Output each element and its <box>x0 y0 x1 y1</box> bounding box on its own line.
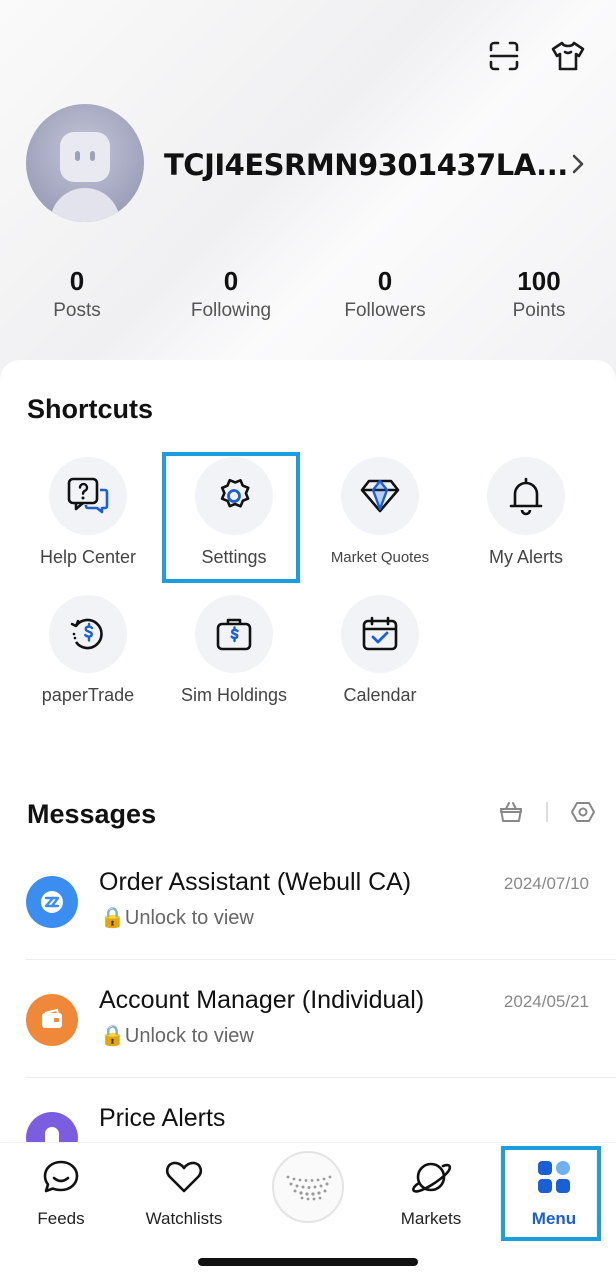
tab-watchlists[interactable]: Watchlists <box>129 1157 239 1229</box>
tab-feeds[interactable]: Feeds <box>6 1157 116 1229</box>
shortcut-label: My Alerts <box>488 547 563 567</box>
hexagon-settings-icon[interactable] <box>570 800 596 824</box>
message-date: 2024/07/10 <box>503 874 589 893</box>
stat-value: 0 <box>223 266 239 296</box>
dotted-globe-icon <box>286 1175 332 1201</box>
shortcut-label: Sim Holdings <box>180 685 288 705</box>
scan-icon[interactable] <box>486 38 522 74</box>
tab-label: Feeds <box>37 1209 85 1228</box>
profile-stats: 0 Posts 0 Following 0 Followers 100 Poin… <box>0 264 616 322</box>
message-account-manager[interactable]: Account Manager (Individual) 🔒Unlock to … <box>0 960 616 1078</box>
stat-label: Points <box>512 300 566 321</box>
stat-value: 100 <box>517 266 561 296</box>
stat-label: Followers <box>344 300 426 321</box>
settings-highlight-box <box>162 452 300 583</box>
avatar[interactable] <box>26 104 144 222</box>
home-logo-button[interactable] <box>272 1151 344 1223</box>
message-title: Price Alerts <box>99 1104 226 1132</box>
message-title: Account Manager (Individual) <box>99 986 425 1014</box>
shortcut-help-center[interactable]: Help Center <box>15 457 161 568</box>
message-title: Order Assistant (Webull CA) <box>99 868 412 896</box>
stat-label: Following <box>190 300 272 321</box>
help-chat-icon <box>67 477 109 514</box>
stat-following[interactable]: 0 Following <box>154 264 308 322</box>
shortcut-calendar[interactable]: Calendar <box>307 595 453 706</box>
chat-smile-icon <box>6 1157 116 1197</box>
shortcut-sim-holdings[interactable]: Sim Holdings <box>161 595 307 706</box>
shortcuts-title: Shortcuts <box>27 394 154 424</box>
planet-icon <box>376 1157 486 1197</box>
message-subtitle: 🔒Unlock to view <box>100 907 254 929</box>
order-assistant-icon <box>26 876 78 928</box>
dollar-cycle-icon <box>70 618 103 650</box>
tab-markets[interactable]: Markets <box>376 1157 486 1229</box>
tshirt-icon[interactable] <box>550 38 586 74</box>
username: TCJI4ESRMN9301437LA... <box>164 148 568 182</box>
tab-label: Markets <box>400 1209 462 1228</box>
bell-icon <box>509 477 543 516</box>
shortcut-label: Calendar <box>343 685 417 705</box>
account-manager-icon <box>26 994 78 1046</box>
menu-highlight-box <box>501 1146 601 1241</box>
shortcut-market-quotes[interactable]: Market Quotes <box>307 457 453 566</box>
shortcut-papertrade[interactable]: paperTrade <box>15 595 161 706</box>
message-date: 2024/05/21 <box>503 992 589 1011</box>
diamond-icon <box>360 479 400 513</box>
stat-value: 0 <box>377 266 393 296</box>
shortcut-label: Market Quotes <box>330 549 430 566</box>
shortcut-label: Help Center <box>39 547 137 567</box>
tab-label: Watchlists <box>145 1209 223 1228</box>
stat-posts[interactable]: 0 Posts <box>0 264 154 322</box>
calendar-check-icon <box>362 616 398 651</box>
message-subtitle: 🔒Unlock to view <box>100 1025 254 1047</box>
shortcut-my-alerts[interactable]: My Alerts <box>453 457 599 568</box>
stat-points[interactable]: 100 Points <box>462 264 616 322</box>
stat-value: 0 <box>69 266 85 296</box>
briefcase-dollar-icon <box>216 618 252 651</box>
messages-tools <box>498 800 596 824</box>
messages-title: Messages <box>27 799 157 829</box>
home-indicator <box>198 1258 418 1266</box>
heart-icon <box>129 1157 239 1197</box>
basket-icon[interactable] <box>498 800 524 824</box>
stat-label: Posts <box>53 300 101 321</box>
chevron-right-icon[interactable] <box>570 152 586 181</box>
divider <box>546 802 548 822</box>
profile-row[interactable]: TCJI4ESRMN9301437LA... <box>26 104 590 222</box>
message-order-assistant[interactable]: Order Assistant (Webull CA) 🔒Unlock to v… <box>0 842 616 960</box>
stat-followers[interactable]: 0 Followers <box>308 264 462 322</box>
shortcut-label: paperTrade <box>41 685 135 705</box>
